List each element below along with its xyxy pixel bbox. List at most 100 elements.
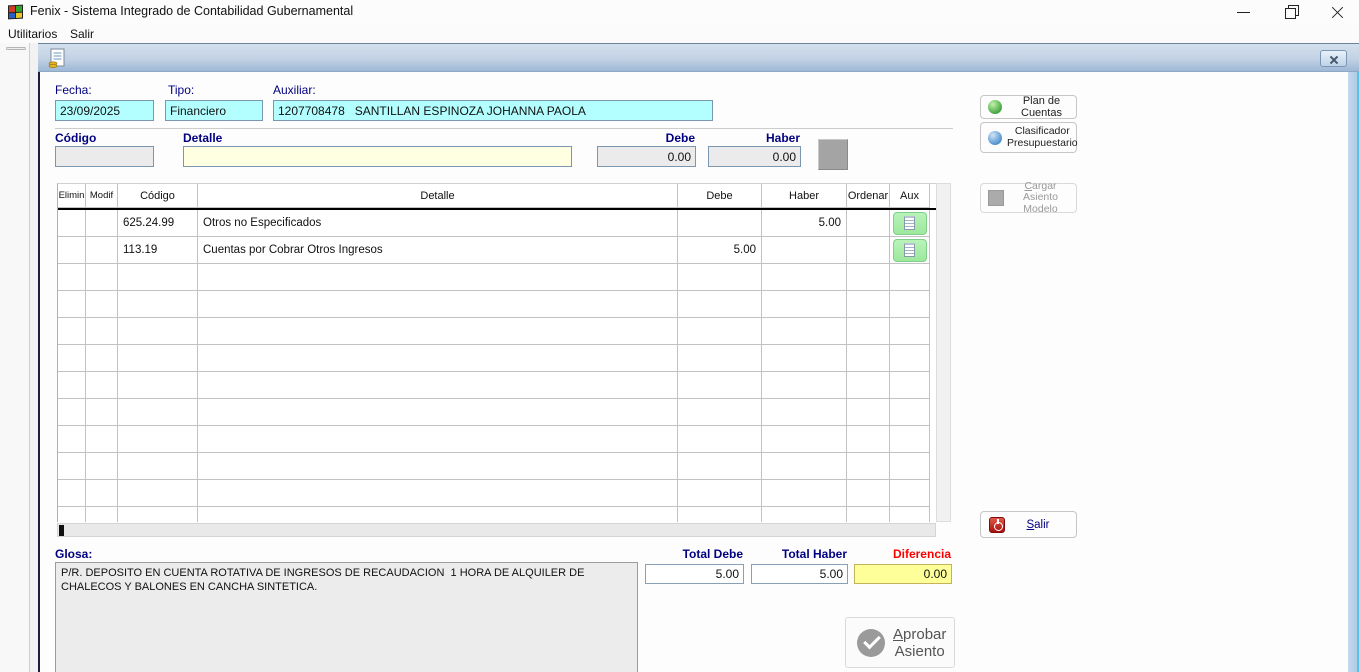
cell-haber [762,372,847,399]
cargar-asiento-modelo-button[interactable]: Cargar Asiento Modelo [980,183,1077,213]
glosa-textarea[interactable]: P/R. DEPOSITO EN CUENTA ROTATIVA DE INGR… [55,562,638,672]
clasificador-presupuestario-button[interactable]: Clasificador Presupuestario [980,122,1077,153]
cell-elimin [58,264,86,291]
restore-icon[interactable] [1272,0,1312,24]
aux-button[interactable] [893,212,927,235]
detalle-input[interactable] [183,146,572,167]
cell-modif [86,291,118,318]
blank-square-button[interactable] [818,139,848,170]
scrollbar-thumb[interactable] [59,525,64,536]
cell-haber [762,264,847,291]
notepad-icon [904,243,915,257]
cell-haber: 5.00 [762,210,847,237]
cell-detalle [198,426,678,453]
table-vertical-scrollbar[interactable] [936,183,951,522]
cell-elimin [58,507,86,522]
panel-grip[interactable] [6,47,26,50]
cell-codigo [118,507,198,522]
table-horizontal-scrollbar[interactable] [57,523,936,537]
cell-debe: 5.00 [678,237,762,264]
table-row[interactable] [58,399,936,426]
codigo-input[interactable] [55,146,154,167]
child-right-border [1348,72,1359,672]
tipo-label: Tipo: [168,83,194,97]
cell-aux [890,237,930,264]
cell-codigo [118,453,198,480]
plan-de-cuentas-label: Plan de Cuentas [1007,95,1076,119]
header-detalle: Detalle [198,184,678,208]
fecha-input[interactable] [55,100,154,121]
table-header-row: Elimin Modif Código Detalle Debe Haber O… [58,184,936,210]
title-bar: Fenix - Sistema Integrado de Contabilida… [0,0,1359,24]
menu-item-salir[interactable]: Salir [66,26,98,42]
cell-detalle: Otros no Especificados [198,210,678,237]
cell-elimin [58,210,86,237]
cell-aux [890,426,930,453]
clasificador-label: Clasificador Presupuestario [1007,126,1082,149]
total-haber-field [751,564,848,584]
cell-codigo [118,345,198,372]
green-sphere-icon [988,100,1002,114]
table-row[interactable] [58,480,936,507]
cell-haber [762,291,847,318]
cell-haber [762,480,847,507]
cell-aux [890,480,930,507]
cell-modif [86,480,118,507]
close-icon[interactable] [1318,0,1358,24]
cell-elimin [58,399,86,426]
header-codigo: Código [118,184,198,208]
cell-ordenar [847,291,890,318]
cell-aux [890,399,930,426]
table-row[interactable] [58,507,936,522]
table-row[interactable] [58,345,936,372]
aprobar-asiento-button[interactable]: Aprobar Asiento [845,617,955,668]
cell-haber [762,318,847,345]
header-ordenar: Ordenar [847,184,890,208]
cell-codigo [118,318,198,345]
child-close-icon[interactable] [1320,50,1347,67]
header-haber: Haber [762,184,847,208]
aux-button[interactable] [893,239,927,262]
cell-detalle [198,372,678,399]
table-row[interactable] [58,291,936,318]
cell-modif [86,318,118,345]
cell-elimin [58,291,86,318]
table-row[interactable] [58,318,936,345]
total-debe-field [645,564,744,584]
table-row[interactable] [58,453,936,480]
menu-item-utilitarios[interactable]: Utilitarios [4,26,61,42]
auxiliar-input[interactable] [273,100,713,121]
salir-button[interactable]: Salir [980,511,1077,538]
entries-table: Elimin Modif Código Detalle Debe Haber O… [57,183,936,522]
cell-debe [678,291,762,318]
cell-aux [890,372,930,399]
cell-haber [762,507,847,522]
cell-modif [86,264,118,291]
cell-aux [890,210,930,237]
haber-input[interactable] [708,146,801,167]
cell-debe [678,426,762,453]
table-row[interactable] [58,264,936,291]
cell-detalle [198,318,678,345]
blue-sphere-icon [988,131,1002,145]
cell-ordenar [847,237,890,264]
cell-aux [890,345,930,372]
debe-input[interactable] [597,146,696,167]
table-row[interactable]: 113.19Cuentas por Cobrar Otros Ingresos5… [58,237,936,264]
diferencia-field [854,564,952,584]
tipo-input[interactable] [165,100,263,121]
table-row[interactable]: 625.24.99Otros no Especificados5.00 [58,210,936,237]
header-debe: Debe [678,184,762,208]
debe-label: Debe [635,131,695,145]
minimize-icon[interactable] [1224,0,1264,24]
cell-haber [762,399,847,426]
table-row[interactable] [58,372,936,399]
cell-modif [86,507,118,522]
diferencia-label: Diferencia [855,547,951,561]
cell-debe [678,318,762,345]
table-row[interactable] [58,426,936,453]
salir-label: Salir [1010,519,1076,531]
application-window: Fenix - Sistema Integrado de Contabilida… [0,0,1359,672]
app-logo-icon [8,5,23,20]
plan-de-cuentas-button[interactable]: Plan de Cuentas [980,95,1077,119]
